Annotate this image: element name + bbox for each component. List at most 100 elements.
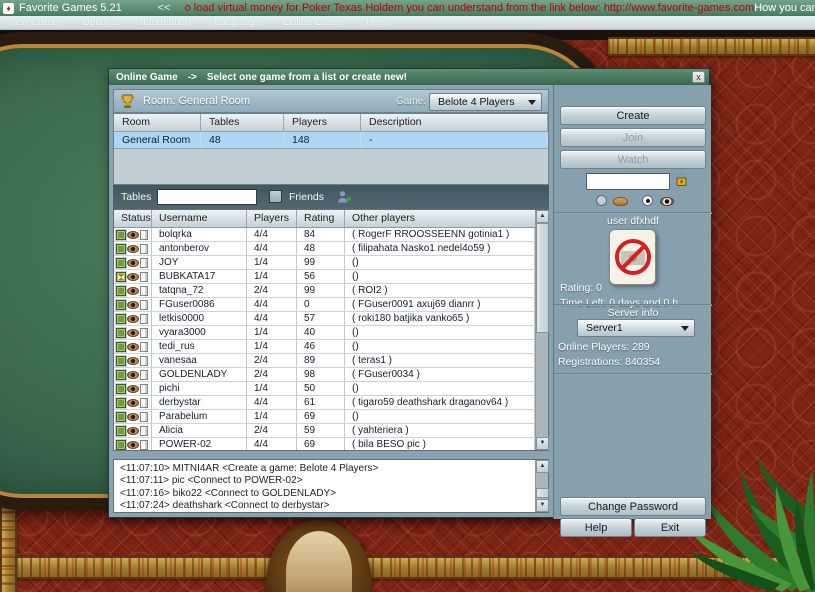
username-cell: bolqrka <box>152 228 247 241</box>
table-row[interactable]: tedi_rus1/446() <box>114 340 535 354</box>
scroll-up-icon[interactable]: ▲ <box>536 210 549 223</box>
status-icons <box>114 368 152 381</box>
players-cell: 2/4 <box>247 284 297 297</box>
tables-filter-input[interactable] <box>157 189 257 205</box>
menu-language[interactable]: Language <box>215 17 260 28</box>
others-cell: ( bila BESO pic ) <box>345 438 535 450</box>
players-cell: 2/4 <box>247 368 297 381</box>
table-row[interactable]: Alicia2/459( yahteriera ) <box>114 424 535 438</box>
rating-cell: 69 <box>297 410 345 423</box>
others-cell: ( roki180 batjika vanko65 ) <box>345 312 535 325</box>
rating-cell: 89 <box>297 354 345 367</box>
seat-status-icon <box>116 342 126 352</box>
table-row[interactable]: GOLDENLADY2/498( FGuser0034 ) <box>114 368 535 382</box>
others-cell: () <box>345 340 535 353</box>
menu-options[interactable]: Options <box>82 17 116 28</box>
status-icons <box>114 438 152 450</box>
server-select[interactable]: Server1 <box>577 319 695 337</box>
col-players: Players <box>247 210 297 227</box>
seat-status-icon <box>116 328 126 338</box>
username-cell: derbystar <box>152 396 247 409</box>
players-cell: 1/4 <box>247 340 297 353</box>
others-cell: ( ROI2 ) <box>345 284 535 297</box>
change-password-button[interactable]: Change Password <box>560 497 706 516</box>
menu-help[interactable]: Help <box>366 17 387 28</box>
table-row[interactable]: Parabelum1/469() <box>114 410 535 424</box>
table-row[interactable]: FGuser00864/40( FGuser0091 axuj69 dianrr… <box>114 298 535 312</box>
join-button[interactable]: Join <box>560 128 706 147</box>
play-radio[interactable] <box>596 195 607 206</box>
table-row[interactable]: POWER-024/469( bila BESO pic ) <box>114 438 535 450</box>
table-password-input[interactable] <box>586 173 670 190</box>
scroll-down-icon[interactable]: ▼ <box>536 499 549 512</box>
menubar: New Game Options Information Language On… <box>0 16 815 30</box>
tables-filter-bar: Tables Friends <box>113 185 549 209</box>
username-cell: Parabelum <box>152 410 247 423</box>
room-header-bar: Room: General Room Game: Belote 4 Player… <box>113 89 549 113</box>
col-players: Players <box>284 114 361 131</box>
table-row[interactable]: letkis00004/457( roki180 batjika vanko65… <box>114 312 535 326</box>
players-table: Status Username Players Rating Other pla… <box>113 209 549 451</box>
chat-scrollbar[interactable]: ▲ ▼ <box>535 460 548 512</box>
help-button[interactable]: Help <box>560 518 632 537</box>
table-row[interactable]: vyara30001/440() <box>114 326 535 340</box>
trophy-icon <box>120 93 135 110</box>
others-cell: ( FGuser0091 axuj69 dianrr ) <box>345 298 535 311</box>
scroll-up-icon[interactable]: ▲ <box>536 460 549 473</box>
table-row[interactable]: JOY1/499() <box>114 256 535 270</box>
card-icon <box>140 342 148 352</box>
card-icon <box>140 286 148 296</box>
dialog-title: Online Game <box>116 72 178 83</box>
username-cell: pichi <box>152 382 247 395</box>
others-cell: () <box>345 382 535 395</box>
watch-radio[interactable] <box>642 195 653 206</box>
scroll-thumb[interactable] <box>536 223 549 333</box>
friends-checkbox[interactable] <box>269 190 282 203</box>
table-row[interactable]: BUBKATA171/456() <box>114 270 535 284</box>
game-label: Game: <box>396 96 426 107</box>
table-row[interactable]: tatqna_722/499( ROI2 ) <box>114 284 535 298</box>
players-cell: 4/4 <box>247 298 297 311</box>
menu-new-game[interactable]: New Game <box>8 17 58 28</box>
scroll-thumb[interactable] <box>536 488 549 498</box>
table-row[interactable]: pichi1/450() <box>114 382 535 396</box>
room-row-selected[interactable]: General Room 48 148 - <box>114 132 548 149</box>
status-icons <box>114 382 152 395</box>
table-row[interactable]: antonberov4/448( filipahata Nasko1 nedel… <box>114 242 535 256</box>
username-cell: FGuser0086 <box>152 298 247 311</box>
exit-button[interactable]: Exit <box>634 518 706 537</box>
game-select[interactable]: Belote 4 Players <box>429 93 542 111</box>
menu-information[interactable]: Information <box>140 17 190 28</box>
seat-status-icon <box>116 356 126 366</box>
chat-line: <11:07:16> biko22 <Connect to GOLDENLADY… <box>120 488 535 500</box>
rating-cell: 59 <box>297 424 345 437</box>
others-cell: ( yahteriera ) <box>345 424 535 437</box>
chat-line: <11:07:11> pic <Connect to POWER-02> <box>120 475 535 487</box>
chevron-down-icon <box>528 100 536 105</box>
table-row[interactable]: bolqrka4/484( RogerF RROOSSEENN gotinia1… <box>114 228 535 242</box>
online-players-label: Online Players: 289 <box>558 341 650 353</box>
hourglass-icon <box>116 272 126 282</box>
seat-status-icon <box>116 384 126 394</box>
players-cell: 4/4 <box>247 228 297 241</box>
others-cell: ( filipahata Nasko1 nedel4o59 ) <box>345 242 535 255</box>
server-info-title: Server info <box>554 307 712 319</box>
players-scrollbar[interactable]: ▲ ▼ <box>535 210 548 450</box>
add-friend-icon[interactable] <box>337 190 352 204</box>
chat-line: <11:07:10> MITNI4AR <Create a game: Belo… <box>120 463 535 475</box>
rating-cell: 46 <box>297 340 345 353</box>
card-icon <box>140 412 148 422</box>
eye-icon <box>127 413 139 421</box>
scroll-down-icon[interactable]: ▼ <box>536 437 549 450</box>
dialog-titlebar[interactable]: Online Game -> Select one game from a li… <box>109 69 709 85</box>
table-row[interactable]: derbystar4/461( tigaro59 deathshark drag… <box>114 396 535 410</box>
eye-icon <box>127 287 139 295</box>
chevron-down-icon <box>681 326 689 331</box>
create-button[interactable]: Create <box>560 106 706 125</box>
seat-status-icon <box>116 300 126 310</box>
eye-icon <box>127 245 139 253</box>
close-icon[interactable]: x <box>692 71 705 83</box>
watch-button[interactable]: Watch <box>560 150 706 169</box>
table-row[interactable]: vanesaa2/489( teras1 ) <box>114 354 535 368</box>
menu-online-game[interactable]: Online Game <box>283 17 342 28</box>
